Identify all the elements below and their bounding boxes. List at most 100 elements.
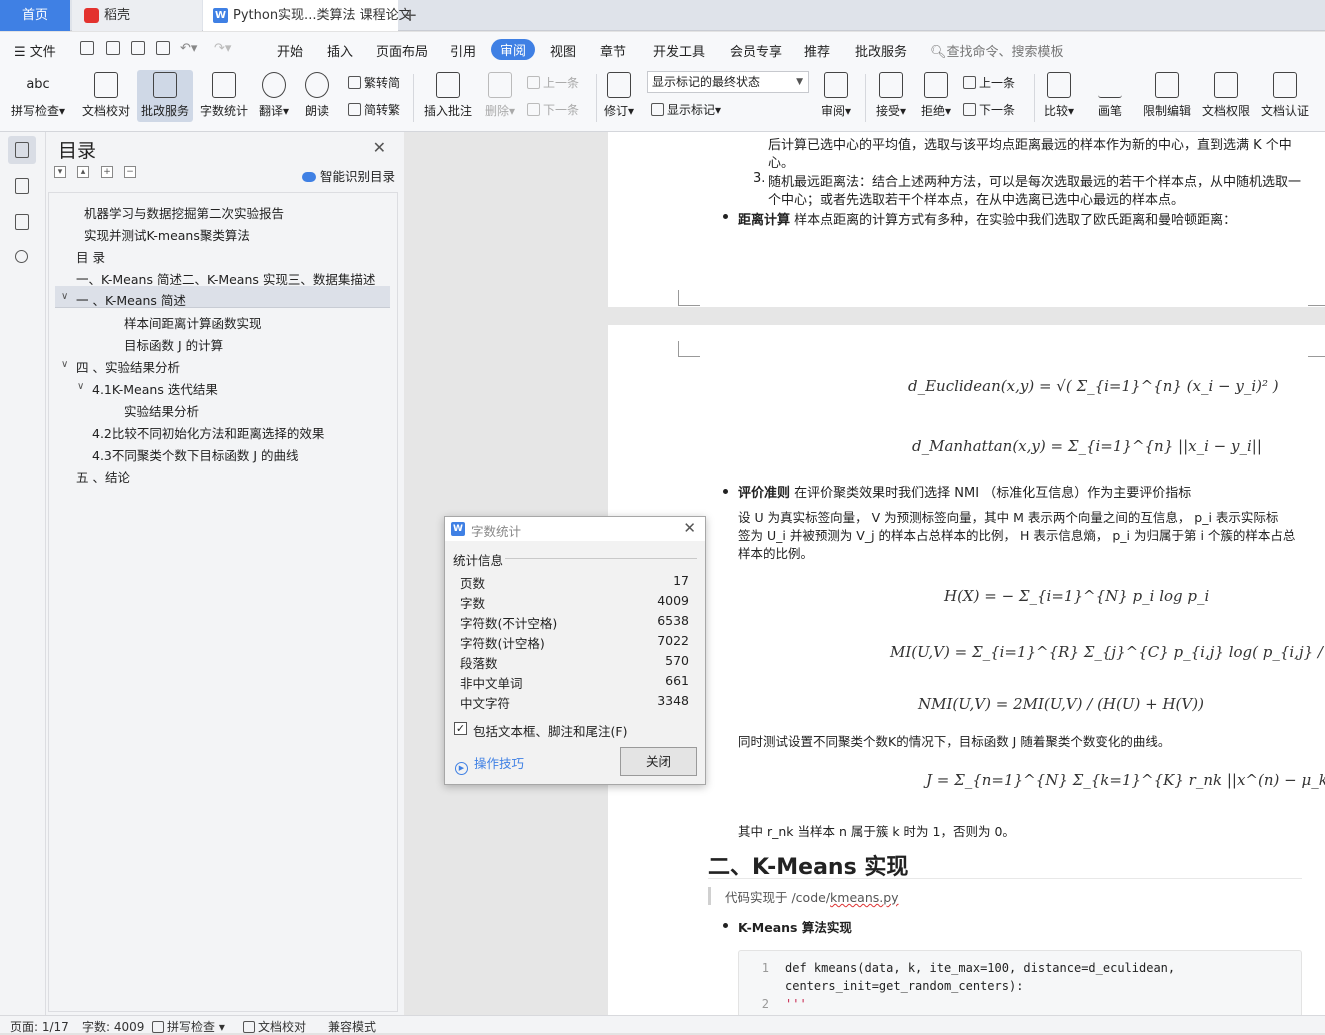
tab-daoke[interactable]: 稻壳 xyxy=(72,0,202,31)
word-count-indicator[interactable]: 字数: 4009 xyxy=(82,1018,144,1035)
toc-item[interactable]: 4.2比较不同初始化方法和距离选择的效果 xyxy=(92,423,324,442)
reject-button[interactable]: 拒绝▾ xyxy=(917,70,955,119)
simp-to-trad-icon xyxy=(348,103,361,116)
toc-item[interactable]: 目 录 xyxy=(76,247,105,266)
spell-check-button[interactable]: abc 拼写检查▾ xyxy=(10,70,66,119)
read-aloud-button[interactable]: 朗读 xyxy=(302,70,332,119)
read-aloud-label: 朗读 xyxy=(304,104,329,118)
menu-start[interactable]: 开始 xyxy=(277,41,303,60)
toc-item[interactable]: 4.1K-Means 迭代结果 xyxy=(92,379,218,398)
toc-item-selected[interactable]: ∨ 一 、K-Means 简述 xyxy=(55,286,390,308)
track-changes-button[interactable]: 修订▾ xyxy=(601,70,637,119)
dialog-titlebar[interactable]: W 字数统计 ✕ xyxy=(445,517,705,541)
chevron-down-icon[interactable]: ∨ xyxy=(77,381,84,392)
insert-comment-button[interactable]: 插入批注 xyxy=(422,70,474,119)
find-nav-button[interactable] xyxy=(8,244,36,272)
code-block[interactable]: 1 def kmeans(data, k, ite_max=100, dista… xyxy=(738,950,1302,1015)
margin-corner xyxy=(1308,290,1325,306)
toc-item[interactable]: 五 、结论 xyxy=(76,467,130,486)
toc-item[interactable]: 四 、实验结果分析 xyxy=(76,357,180,376)
close-button[interactable]: 关闭 xyxy=(620,747,697,776)
page-indicator[interactable]: 页面: 1/17 xyxy=(10,1018,69,1035)
line-number: 1 xyxy=(761,961,769,975)
spell-check-status[interactable]: 拼写检查 ▾ xyxy=(152,1018,225,1035)
page-1[interactable]: 后计算已选中心的平均值，选取与该平均点距离最远的样本作为新的中心，直到选满 K … xyxy=(608,132,1325,307)
tips-link[interactable]: ▶ 操作技巧 xyxy=(455,753,524,775)
doc-proof-status[interactable]: 文档校对 xyxy=(243,1018,306,1035)
menu-review[interactable]: 审阅 xyxy=(491,39,536,60)
toc-item[interactable]: 样本间距离计算函数实现 xyxy=(124,313,262,332)
save-icon[interactable] xyxy=(80,41,94,55)
add-heading-icon[interactable]: + xyxy=(101,166,113,178)
bookmark-nav-button[interactable] xyxy=(8,208,36,236)
spell-check-icon: abc xyxy=(26,77,50,92)
menu-insert[interactable]: 插入 xyxy=(327,41,353,60)
include-textbox-label[interactable]: 包括文本框、脚注和尾注(F) xyxy=(473,721,627,740)
translate-button[interactable]: 翻译▾ xyxy=(256,70,292,119)
page-2[interactable]: d_Euclidean(x,y) = √( Σ_{i=1}^{n} (x_i −… xyxy=(608,325,1325,1015)
doc-proof-button[interactable]: 文档校对 xyxy=(80,70,132,119)
menu-recommend[interactable]: 推荐 xyxy=(804,41,830,60)
pen-button[interactable]: 画笔 xyxy=(1094,70,1126,119)
new-tab-button[interactable]: + xyxy=(400,0,420,31)
doc-cert-button[interactable]: 文档认证 xyxy=(1259,70,1311,119)
toc-item[interactable]: 实现并测试K-means聚类算法 xyxy=(84,225,250,244)
pen-icon xyxy=(1098,72,1122,98)
search-icon xyxy=(15,250,28,263)
close-icon[interactable]: ✕ xyxy=(373,138,386,157)
doc-permission-button[interactable]: 文档权限 xyxy=(1200,70,1252,119)
show-markup-button[interactable]: 显示标记▾ xyxy=(651,101,721,118)
word-count-button[interactable]: 字数统计 xyxy=(199,70,249,119)
chapter-nav-button[interactable] xyxy=(8,172,36,200)
file-menu[interactable]: ☰ 文件 xyxy=(14,41,56,60)
print-icon[interactable] xyxy=(131,41,145,55)
collapse-all-icon[interactable]: ▾ xyxy=(54,166,66,178)
doc-cert-label: 文档认证 xyxy=(1260,104,1309,118)
redo-icon[interactable]: ↷▾ xyxy=(214,41,231,56)
delete-comment-button[interactable]: 删除▾ xyxy=(481,70,519,119)
undo-icon[interactable]: ↶▾ xyxy=(180,41,197,56)
print-preview-icon[interactable] xyxy=(156,41,170,55)
remove-heading-icon[interactable]: − xyxy=(124,166,136,178)
close-icon[interactable]: ✕ xyxy=(683,519,696,537)
para-text: 签为 U_i 并被预测为 V_j 的样本占总样本的比例， H 表示信息熵， p_… xyxy=(738,528,1296,543)
toc-nav-button[interactable] xyxy=(8,136,36,164)
next-change-button[interactable]: 下一条 xyxy=(963,101,1015,118)
menu-chapter[interactable]: 章节 xyxy=(600,41,626,60)
chevron-down-icon[interactable]: ∨ xyxy=(61,359,68,370)
compare-button[interactable]: 比较▾ xyxy=(1040,70,1078,119)
insert-comment-icon xyxy=(436,72,460,98)
smart-toc-button[interactable]: 智能识别目录 xyxy=(302,166,395,185)
track-changes-icon xyxy=(607,72,631,98)
toc-item[interactable]: 实验结果分析 xyxy=(124,401,199,420)
markup-state-select[interactable]: 显示标记的最终状态 ▼ xyxy=(647,71,809,93)
prev-change-button[interactable]: 上一条 xyxy=(963,74,1015,91)
next-comment-button[interactable]: 下一条 xyxy=(527,101,579,118)
restrict-edit-button[interactable]: 限制编辑 xyxy=(1141,70,1193,119)
menu-layout[interactable]: 页面布局 xyxy=(376,41,428,60)
menu-developer[interactable]: 开发工具 xyxy=(653,41,705,60)
review-pane-button[interactable]: 审阅▾ xyxy=(816,70,856,119)
toc-item[interactable]: 机器学习与数据挖掘第二次实验报告 xyxy=(84,203,284,222)
menu-member[interactable]: 会员专享 xyxy=(730,41,782,60)
trad-to-simp-button[interactable]: 繁转简 xyxy=(348,74,400,91)
menu-correction[interactable]: 批改服务 xyxy=(855,41,907,60)
command-search[interactable]: 🔍︎查找命令、搜索模板 xyxy=(930,41,1064,60)
equation-entropy: H(X) = − Σ_{i=1}^{N} p_i log p_i xyxy=(944,587,1210,605)
correction-service-button[interactable]: 批改服务 xyxy=(137,70,193,122)
prev-comment-button[interactable]: 上一条 xyxy=(527,74,579,91)
include-textbox-checkbox[interactable]: ✓ xyxy=(454,722,467,735)
simp-to-trad-button[interactable]: 简转繁 xyxy=(348,101,400,118)
menu-view[interactable]: 视图 xyxy=(550,41,576,60)
prev-change-icon xyxy=(963,76,976,89)
tab-home[interactable]: 首页 xyxy=(0,0,70,31)
export-pdf-icon[interactable] xyxy=(106,41,120,55)
toc-item[interactable]: 目标函数 J 的计算 xyxy=(124,335,223,354)
toc-item[interactable]: 4.3不同聚类个数下目标函数 J 的曲线 xyxy=(92,445,299,464)
expand-all-icon[interactable]: ▴ xyxy=(77,166,89,178)
menu-references[interactable]: 引用 xyxy=(450,41,476,60)
tab-document[interactable]: W Python实现...类算法 课程论文 xyxy=(203,0,412,31)
stat-label: 非中文单词 xyxy=(460,676,523,691)
para-text: 后计算已选中心的平均值，选取与该平均点距离最远的样本作为新的中心，直到选满 K … xyxy=(768,138,1292,153)
accept-button[interactable]: 接受▾ xyxy=(872,70,910,119)
